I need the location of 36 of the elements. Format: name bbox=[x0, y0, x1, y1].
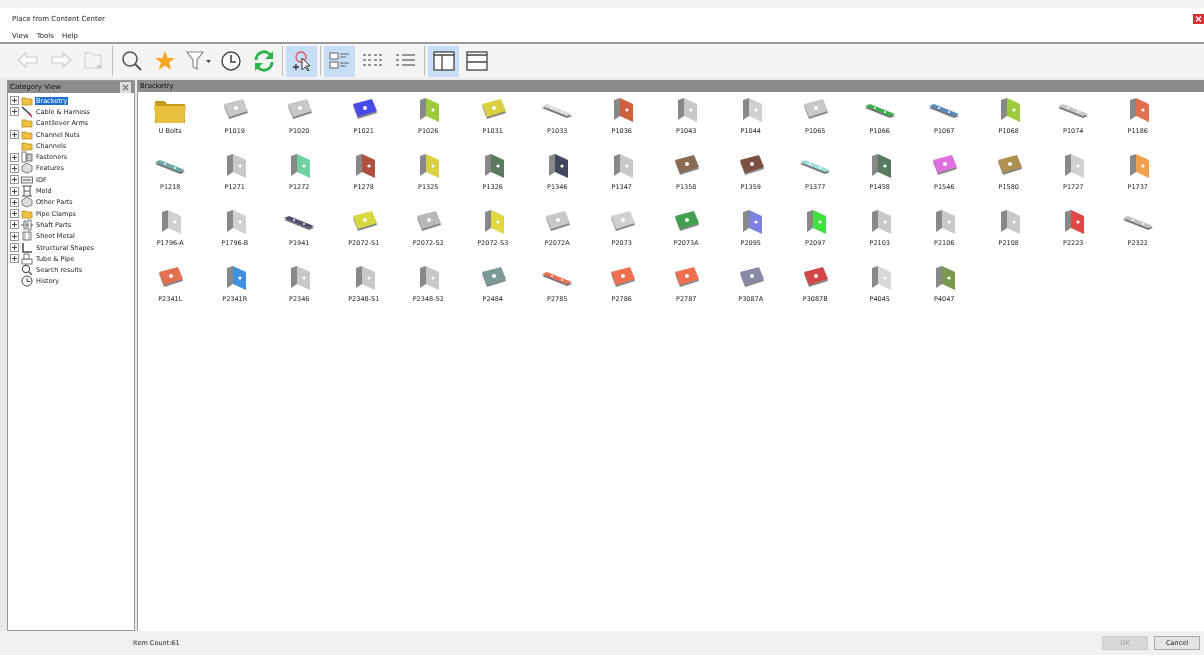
expand-icon[interactable] bbox=[10, 209, 19, 219]
expand-icon[interactable] bbox=[10, 163, 19, 173]
angle-profile-icon bbox=[21, 241, 33, 254]
expand-icon[interactable] bbox=[10, 186, 19, 196]
folder-icon bbox=[21, 128, 33, 141]
fastener-icon bbox=[21, 151, 33, 164]
horizontal-split-icon bbox=[463, 48, 490, 74]
toolbar-button[interactable] bbox=[286, 45, 317, 77]
expand-icon[interactable] bbox=[10, 175, 19, 185]
folder-icon bbox=[21, 94, 33, 107]
cable-icon bbox=[21, 105, 33, 118]
board-icon bbox=[21, 173, 33, 186]
sheet-metal-icon bbox=[21, 230, 33, 243]
search-icon bbox=[21, 264, 33, 277]
clock-icon bbox=[21, 275, 33, 288]
hexagon-icon bbox=[21, 162, 33, 175]
expand-icon[interactable] bbox=[10, 107, 19, 117]
folder-icon bbox=[21, 207, 33, 220]
expand-icon[interactable] bbox=[10, 197, 19, 207]
expand-icon[interactable] bbox=[10, 152, 19, 162]
expand-icon[interactable] bbox=[10, 220, 19, 230]
hexagon-icon bbox=[21, 196, 33, 209]
vertical-split-icon bbox=[430, 48, 457, 74]
close-icon[interactable] bbox=[1193, 14, 1204, 24]
pipe-icon bbox=[21, 252, 33, 265]
toolbar-button[interactable] bbox=[428, 45, 459, 77]
expand-icon[interactable] bbox=[10, 96, 19, 106]
expand-icon[interactable] bbox=[10, 231, 19, 241]
folder-icon bbox=[21, 117, 33, 130]
expand-icon[interactable] bbox=[10, 130, 19, 140]
close-icon[interactable] bbox=[120, 81, 131, 93]
expand-icon[interactable] bbox=[10, 254, 19, 264]
mold-icon bbox=[21, 185, 33, 198]
expand-icon[interactable] bbox=[10, 243, 19, 252]
folder-icon bbox=[21, 139, 33, 152]
shaft-icon bbox=[21, 218, 33, 231]
